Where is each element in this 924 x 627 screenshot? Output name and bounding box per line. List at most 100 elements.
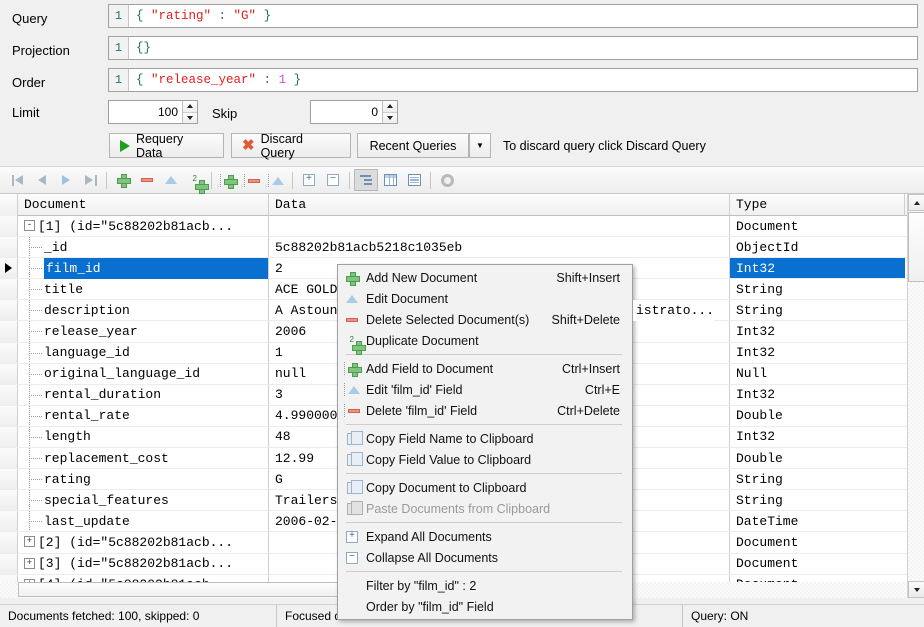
menu-item-add-field-to-document[interactable]: Add Field to DocumentCtrl+Insert	[338, 358, 632, 379]
query-input[interactable]: { "rating" : "G" }	[129, 5, 917, 27]
type-cell[interactable]: ObjectId	[730, 237, 905, 257]
collapse-all-button[interactable]: −	[321, 169, 345, 191]
row-gutter-cell[interactable]	[0, 406, 18, 426]
document-cell[interactable]: _id	[18, 237, 269, 257]
scroll-down-button[interactable]	[908, 581, 924, 598]
document-cell[interactable]: +[2] (id="5c88202b81acb...	[18, 532, 269, 552]
menu-item-collapse-all-documents[interactable]: −Collapse All Documents	[338, 547, 632, 568]
type-cell[interactable]: Double	[730, 406, 905, 426]
document-cell[interactable]: rental_rate	[18, 406, 269, 426]
nav-prev-button[interactable]	[30, 169, 54, 191]
view-table-button[interactable]	[378, 169, 402, 191]
scroll-up-button[interactable]	[908, 194, 924, 211]
type-cell[interactable]: Document	[730, 532, 905, 552]
row-gutter-cell[interactable]	[0, 427, 18, 447]
menu-item-edit-document[interactable]: Edit Document	[338, 288, 632, 309]
type-cell[interactable]: Document	[730, 554, 905, 574]
edit-document-button[interactable]	[159, 169, 183, 191]
document-cell[interactable]: release_year	[18, 321, 269, 341]
document-cell[interactable]: description	[18, 300, 269, 320]
row-gutter-cell[interactable]	[0, 511, 18, 531]
data-cell[interactable]	[269, 216, 730, 236]
view-tree-button[interactable]	[354, 169, 378, 191]
type-cell[interactable]: DateTime	[730, 511, 905, 531]
nav-next-button[interactable]	[54, 169, 78, 191]
projection-editor[interactable]: 1 {}	[108, 36, 918, 60]
data-cell[interactable]: 5c88202b81acb5218c1035eb	[269, 237, 730, 257]
type-cell[interactable]: Null	[730, 364, 905, 384]
type-cell[interactable]: Int32	[730, 343, 905, 363]
row-gutter-cell[interactable]	[0, 258, 18, 278]
row-gutter-cell[interactable]	[0, 448, 18, 468]
expand-all-button[interactable]: +	[297, 169, 321, 191]
expand-node-icon[interactable]: +	[24, 558, 35, 569]
nav-first-button[interactable]	[6, 169, 30, 191]
column-header-document[interactable]: Document	[18, 194, 269, 216]
menu-item-edit-film-id-field[interactable]: Edit 'film_id' FieldCtrl+E	[338, 379, 632, 400]
row-gutter-cell[interactable]	[0, 343, 18, 363]
table-row[interactable]: -[1] (id="5c88202b81acb... Document	[0, 216, 924, 237]
row-gutter-cell[interactable]	[0, 554, 18, 574]
discard-query-button[interactable]: ✖ Discard Query	[231, 133, 351, 158]
projection-input[interactable]: {}	[129, 37, 917, 59]
row-gutter-cell[interactable]	[0, 532, 18, 552]
menu-item-expand-all-documents[interactable]: +Expand All Documents	[338, 526, 632, 547]
row-gutter-cell[interactable]	[0, 364, 18, 384]
edit-field-button[interactable]	[264, 169, 288, 191]
skip-decrement-button[interactable]	[383, 113, 397, 124]
limit-increment-button[interactable]	[183, 101, 197, 113]
row-gutter-cell[interactable]	[0, 469, 18, 489]
document-cell[interactable]: original_language_id	[18, 364, 269, 384]
menu-item-delete-selected-document-s[interactable]: Delete Selected Document(s)Shift+Delete	[338, 309, 632, 330]
settings-button[interactable]	[435, 169, 459, 191]
duplicate-document-button[interactable]: 2	[183, 169, 207, 191]
row-gutter-cell[interactable]	[0, 216, 18, 236]
menu-item-copy-document-to-clipboard[interactable]: Copy Document to Clipboard	[338, 477, 632, 498]
recent-queries-dropdown-button[interactable]: ▼	[469, 133, 491, 158]
menu-item-duplicate-document[interactable]: 2Duplicate Document	[338, 330, 632, 351]
type-cell[interactable]: Int32	[730, 321, 905, 341]
type-cell[interactable]: Double	[730, 448, 905, 468]
type-cell[interactable]: Document	[730, 216, 905, 236]
collapse-node-icon[interactable]: -	[24, 220, 35, 231]
type-cell[interactable]: Int32	[730, 427, 905, 447]
limit-value[interactable]: 100	[109, 101, 182, 123]
document-cell[interactable]: +[3] (id="5c88202b81acb...	[18, 554, 269, 574]
type-cell[interactable]: String	[730, 300, 905, 320]
document-cell[interactable]: special_features	[18, 490, 269, 510]
row-gutter-cell[interactable]	[0, 385, 18, 405]
menu-item-order-by-film-id-field[interactable]: Order by "film_id" Field	[338, 596, 632, 617]
document-cell[interactable]: rental_duration	[18, 385, 269, 405]
column-header-type[interactable]: Type	[730, 194, 905, 216]
skip-value[interactable]: 0	[311, 101, 382, 123]
type-cell[interactable]: Int32	[730, 258, 905, 278]
menu-item-copy-field-name-to-clipboard[interactable]: Copy Field Name to Clipboard	[338, 428, 632, 449]
row-gutter-cell[interactable]	[0, 300, 18, 320]
menu-item-filter-by-film-id-2[interactable]: Filter by "film_id" : 2	[338, 575, 632, 596]
document-cell[interactable]: language_id	[18, 343, 269, 363]
row-gutter-cell[interactable]	[0, 279, 18, 299]
column-header-data[interactable]: Data	[269, 194, 730, 216]
type-cell[interactable]: Int32	[730, 385, 905, 405]
add-document-button[interactable]	[111, 169, 135, 191]
skip-increment-button[interactable]	[383, 101, 397, 113]
order-input[interactable]: { "release_year" : 1 }	[129, 69, 917, 91]
document-cell[interactable]: -[1] (id="5c88202b81acb...	[18, 216, 269, 236]
document-cell[interactable]: title	[18, 279, 269, 299]
delete-field-button[interactable]	[240, 169, 264, 191]
menu-item-copy-field-value-to-clipboard[interactable]: Copy Field Value to Clipboard	[338, 449, 632, 470]
type-cell[interactable]: String	[730, 469, 905, 489]
document-cell[interactable]: last_update	[18, 511, 269, 531]
limit-stepper-buttons[interactable]	[182, 101, 197, 123]
type-cell[interactable]: String	[730, 279, 905, 299]
skip-stepper[interactable]: 0	[310, 100, 398, 124]
delete-document-button[interactable]	[135, 169, 159, 191]
document-cell[interactable]: rating	[18, 469, 269, 489]
menu-item-delete-film-id-field[interactable]: Delete 'film_id' FieldCtrl+Delete	[338, 400, 632, 421]
skip-stepper-buttons[interactable]	[382, 101, 397, 123]
vertical-scroll-thumb[interactable]	[908, 212, 924, 282]
type-cell[interactable]: String	[730, 490, 905, 510]
requery-data-button[interactable]: Requery Data	[109, 133, 224, 158]
menu-item-add-new-document[interactable]: Add New DocumentShift+Insert	[338, 267, 632, 288]
row-gutter-cell[interactable]	[0, 321, 18, 341]
